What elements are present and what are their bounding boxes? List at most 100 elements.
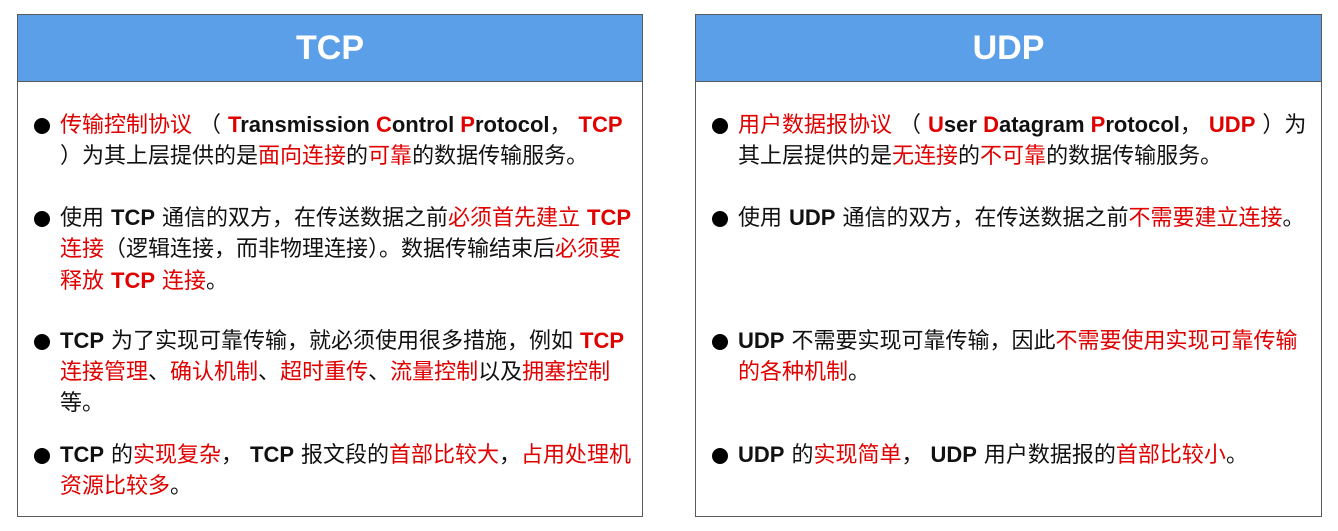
text-segment: 。 <box>848 360 871 385</box>
text-segment: 面向连接 <box>258 144 347 169</box>
text-segment: TCP <box>580 328 624 353</box>
tcp-item-4: TCP 的实现复杂， TCP 报文段的首部比较大，占用处理机资源比较多。 <box>30 439 636 502</box>
text-segment: 可靠 <box>368 144 413 169</box>
text-segment: 的 <box>784 443 814 468</box>
text-segment: 首部比较大 <box>389 443 500 468</box>
tcp-panel-title: TCP <box>18 15 642 82</box>
text-segment: UDP <box>738 442 785 467</box>
udp-item-4-text: UDP 的实现简单， UDP 用户数据报的首部比较小。 <box>738 439 1315 471</box>
text-segment: 以及 <box>478 360 523 385</box>
bullet-icon <box>712 118 728 134</box>
text-segment: 。 <box>1225 443 1248 468</box>
text-segment: T <box>228 112 241 137</box>
text-segment: 通信的双方，在传送数据之前 <box>835 206 1129 231</box>
text-segment: C <box>375 112 392 137</box>
text-segment: ， <box>221 443 251 468</box>
udp-panel: UDP 用户数据报协议 （ User Datagram Protocol， UD… <box>695 14 1322 517</box>
text-segment: 实现复杂 <box>133 443 222 468</box>
text-segment: 、 <box>368 360 391 385</box>
tcp-item-2-text: 使用 TCP 通信的双方，在传送数据之前必须首先建立 TCP 连接 （逻辑连接，而… <box>60 202 636 297</box>
text-segment: ontrol <box>391 112 461 137</box>
text-segment: （逻辑连接，而非物理连接）。数据传输结束后 <box>104 237 556 262</box>
text-segment: 不需要实现可靠传输，因此 <box>784 329 1056 354</box>
text-segment: TCP <box>250 442 295 467</box>
text-segment: 的 <box>346 144 369 169</box>
text-segment: UDP <box>738 328 785 353</box>
text-segment: 不可靠 <box>980 144 1047 169</box>
text-segment: 通信的双方，在传送数据之前 <box>155 206 448 231</box>
text-segment: 的数据传输服务。 <box>412 144 589 169</box>
tcp-panel: TCP 传输控制协议 （ Transmission Control Protoc… <box>17 14 643 517</box>
text-segment: UDP <box>930 442 977 467</box>
udp-item-1: 用户数据报协议 （ User Datagram Protocol， UDP ）为… <box>708 109 1315 172</box>
udp-panel-title: UDP <box>696 15 1321 82</box>
text-segment: 拥塞控制 <box>522 360 611 385</box>
text-segment: ， <box>901 443 931 468</box>
text-segment: ， <box>499 443 522 468</box>
text-segment: 的 <box>958 144 981 169</box>
udp-item-3: UDP 不需要实现可靠传输，因此不需要使用实现可靠传输的各种机制。 <box>708 325 1315 388</box>
text-segment: 用户数据报协议 <box>738 113 893 138</box>
text-segment: 使用 <box>738 206 789 231</box>
bullet-icon <box>34 211 50 227</box>
tcp-item-3-text: TCP 为了实现可靠传输，就必须使用很多措施，例如 TCP 连接管理、确认机制、… <box>60 325 636 419</box>
text-segment: ， <box>1179 113 1209 138</box>
text-segment: 为了实现可靠传输，就必须使用很多措施，例如 <box>104 329 580 354</box>
text-segment: 实现简单 <box>813 443 902 468</box>
bullet-icon <box>712 211 728 227</box>
text-segment: TCP <box>587 205 631 230</box>
udp-item-4: UDP 的实现简单， UDP 用户数据报的首部比较小。 <box>708 439 1315 471</box>
text-segment: UDP <box>789 205 836 230</box>
text-segment: 。 <box>206 269 229 294</box>
text-segment: D <box>983 112 999 137</box>
bullet-icon <box>34 118 50 134</box>
tcp-item-4-text: TCP 的实现复杂， TCP 报文段的首部比较大，占用处理机资源比较多。 <box>60 439 636 502</box>
text-segment: 流量控制 <box>390 360 479 385</box>
text-segment: 、 <box>148 360 171 385</box>
text-segment: 用户数据报的 <box>976 443 1116 468</box>
bullet-icon <box>34 448 50 464</box>
tcp-item-1-text: 传输控制协议 （ Transmission Control Protocol， … <box>60 109 636 172</box>
text-segment: 。 <box>170 474 193 499</box>
text-segment: 、 <box>258 360 281 385</box>
udp-item-3-text: UDP 不需要实现可靠传输，因此不需要使用实现可靠传输的各种机制。 <box>738 325 1315 388</box>
text-segment: ， <box>549 113 579 138</box>
bullet-icon <box>712 448 728 464</box>
text-segment: 传输控制协议 <box>60 113 193 138</box>
udp-item-2-text: 使用 UDP 通信的双方，在传送数据之前不需要建立连接。 <box>738 202 1315 234</box>
text-segment: ser <box>943 112 984 137</box>
text-segment: 超时重传 <box>280 360 369 385</box>
text-segment: （ <box>892 113 929 138</box>
text-segment: 的数据传输服务。 <box>1046 144 1223 169</box>
text-segment: TCP <box>60 328 104 353</box>
text-segment: 连接 <box>155 269 206 294</box>
text-segment: 确认机制 <box>170 360 259 385</box>
text-segment: atagram <box>998 112 1091 137</box>
udp-item-2: 使用 UDP 通信的双方，在传送数据之前不需要建立连接。 <box>708 202 1315 234</box>
text-segment: 。 <box>1282 206 1305 231</box>
tcp-item-3: TCP 为了实现可靠传输，就必须使用很多措施，例如 TCP 连接管理、确认机制、… <box>30 325 636 419</box>
text-segment: TCP <box>111 205 155 230</box>
text-segment: （ <box>192 113 229 138</box>
text-segment: UDP <box>1208 112 1256 137</box>
text-segment: 必须首先建立 <box>448 206 587 231</box>
text-segment: P <box>1090 112 1106 137</box>
text-segment: TCP <box>111 268 155 293</box>
tcp-item-2: 使用 TCP 通信的双方，在传送数据之前必须首先建立 TCP 连接 （逻辑连接，而… <box>30 202 636 297</box>
bullet-icon <box>34 334 50 350</box>
text-segment: 报文段的 <box>294 443 390 468</box>
text-segment: TCP <box>60 442 104 467</box>
text-segment: 的 <box>104 443 133 468</box>
text-segment: 等。 <box>60 391 105 416</box>
text-segment: ransmission <box>240 112 376 137</box>
text-segment: 无连接 <box>892 144 959 169</box>
bullet-icon <box>712 334 728 350</box>
text-segment: P <box>460 112 475 137</box>
text-segment: 首部比较小 <box>1115 443 1226 468</box>
text-segment: rotocol <box>474 112 550 137</box>
text-segment: TCP <box>578 112 623 137</box>
tcp-item-1: 传输控制协议 （ Transmission Control Protocol， … <box>30 109 636 172</box>
text-segment: 使用 <box>60 206 111 231</box>
text-segment: 不需要建立连接 <box>1128 206 1283 231</box>
text-segment: U <box>928 112 944 137</box>
